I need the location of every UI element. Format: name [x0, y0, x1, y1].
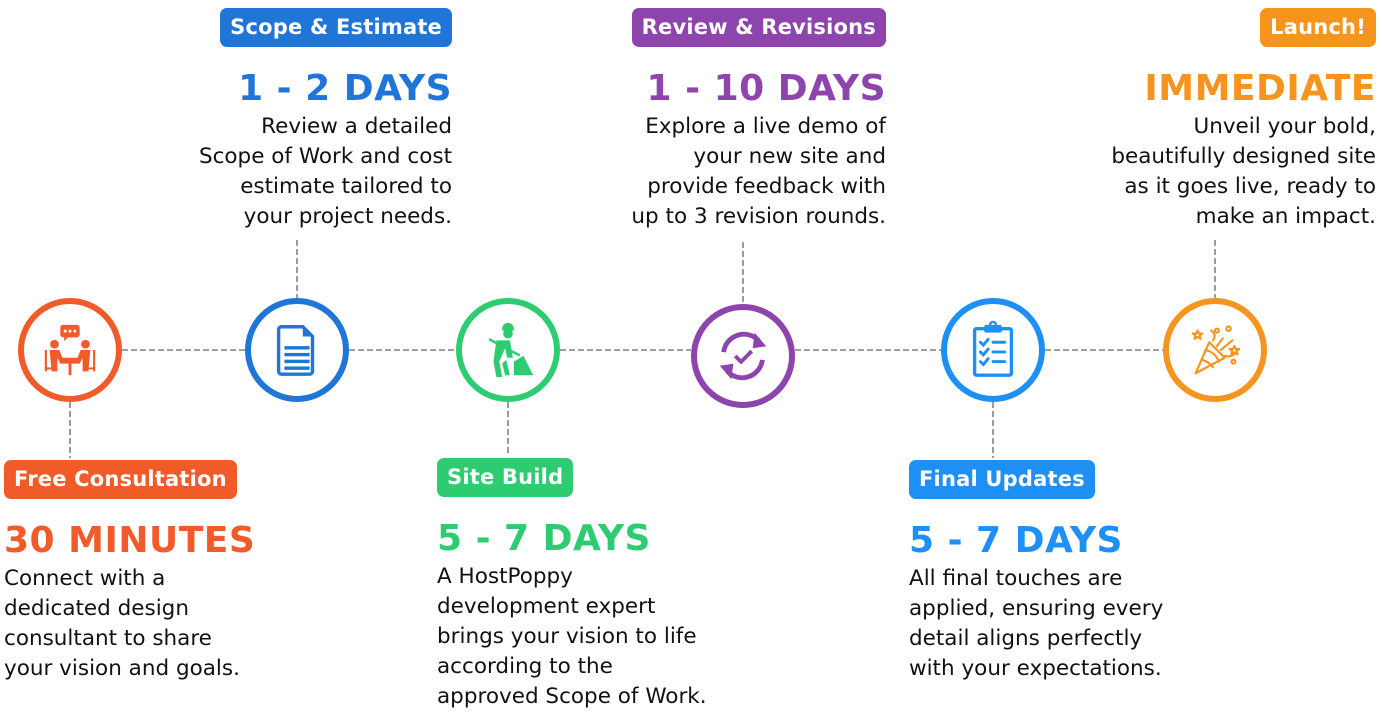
step-1-block: Free Consultation 30 MINUTES Connect wit…: [4, 460, 324, 684]
step-4-block: Review & Revisions 1 - 10 DAYS Explore a…: [536, 8, 886, 232]
step-1-icon-circle: [18, 298, 122, 402]
step-3-badge: Site Build: [437, 458, 574, 497]
step-2-block: Scope & Estimate 1 - 2 DAYS Review a det…: [112, 8, 452, 232]
step-5-desc-line: detail aligns perfectly: [909, 626, 1143, 651]
step-1-desc-line: Connect with a: [4, 566, 166, 591]
step-2-desc-line: estimate tailored to: [240, 174, 452, 199]
step-1-desc-line: dedicated design: [4, 596, 189, 621]
step-4-desc-line: Explore a live demo of: [645, 114, 886, 139]
step-4-desc-line: provide feedback with: [647, 174, 886, 199]
step-4-duration: 1 - 10 DAYS: [646, 68, 886, 109]
step-2-desc-line: your project needs.: [243, 204, 452, 229]
step-2-badge: Scope & Estimate: [220, 8, 452, 47]
step-5-description: All final touches are applied, ensuring …: [909, 564, 1269, 684]
step-3-desc-line: brings your vision to life: [437, 624, 697, 649]
step-5-desc-line: with your expectations.: [909, 656, 1162, 681]
step-4-desc-line: your new site and: [693, 144, 886, 169]
step-6-description: Unveil your bold, beautifully designed s…: [1016, 112, 1376, 232]
step-6-desc-line: as it goes live, ready to: [1124, 174, 1376, 199]
step-3-desc-line: approved Scope of Work.: [437, 684, 707, 709]
step-1-description: Connect with a dedicated design consulta…: [4, 564, 324, 684]
step-2-description: Review a detailed Scope of Work and cost…: [112, 112, 452, 232]
step-2-desc-line: Review a detailed: [261, 114, 452, 139]
step-6-icon-circle: [1163, 298, 1267, 402]
step-2-desc-line: Scope of Work and cost: [198, 144, 452, 169]
step-1-duration: 30 MINUTES: [4, 520, 256, 561]
step-4-badge: Review & Revisions: [631, 8, 886, 47]
step-6-duration: IMMEDIATE: [1144, 68, 1376, 109]
step-6-desc-line: Unveil your bold,: [1193, 114, 1376, 139]
construction-worker-icon: [488, 322, 534, 378]
step-3-icon-circle: [456, 298, 560, 402]
step-5-badge: Final Updates: [909, 460, 1095, 499]
step-5-icon-circle: [941, 298, 1045, 402]
step-5-desc-line: applied, ensuring every: [909, 596, 1164, 621]
step-2-duration: 1 - 2 DAYS: [238, 68, 452, 109]
step-6-desc-line: beautifully designed site: [1111, 144, 1376, 169]
step-5-desc-line: All final touches are: [909, 566, 1123, 591]
step-2-icon-circle: [245, 298, 349, 402]
refresh-check-icon: [719, 331, 767, 381]
step-4-icon-circle: [691, 304, 795, 408]
step-4-description: Explore a live demo of your new site and…: [536, 112, 886, 232]
step-3-description: A HostPoppy development expert brings yo…: [437, 562, 797, 712]
document-icon: [276, 325, 315, 376]
step-5-duration: 5 - 7 DAYS: [909, 520, 1123, 561]
step-4-desc-line: up to 3 revision rounds.: [631, 204, 886, 229]
step-1-desc-line: your vision and goals.: [4, 656, 240, 681]
step-3-desc-line: according to the: [437, 654, 613, 679]
step-1-desc-line: consultant to share: [4, 626, 212, 651]
step-6-desc-line: make an impact.: [1195, 204, 1376, 229]
checklist-clipboard-icon: [972, 320, 1014, 377]
step-3-duration: 5 - 7 DAYS: [437, 518, 651, 559]
step-6-badge: Launch!: [1260, 8, 1376, 47]
step-3-desc-line: A HostPoppy: [437, 564, 573, 589]
party-popper-icon: [1191, 325, 1241, 375]
step-5-block: Final Updates 5 - 7 DAYS All final touch…: [909, 460, 1269, 684]
step-3-desc-line: development expert: [437, 594, 656, 619]
step-6-block: Launch! IMMEDIATE Unveil your bold, beau…: [1016, 8, 1376, 232]
consultation-icon: [44, 324, 96, 376]
timeline-diagram: Free Consultation 30 MINUTES Connect wit…: [0, 0, 1382, 719]
step-3-block: Site Build 5 - 7 DAYS A HostPoppy develo…: [437, 458, 797, 712]
step-1-badge: Free Consultation: [4, 460, 237, 499]
